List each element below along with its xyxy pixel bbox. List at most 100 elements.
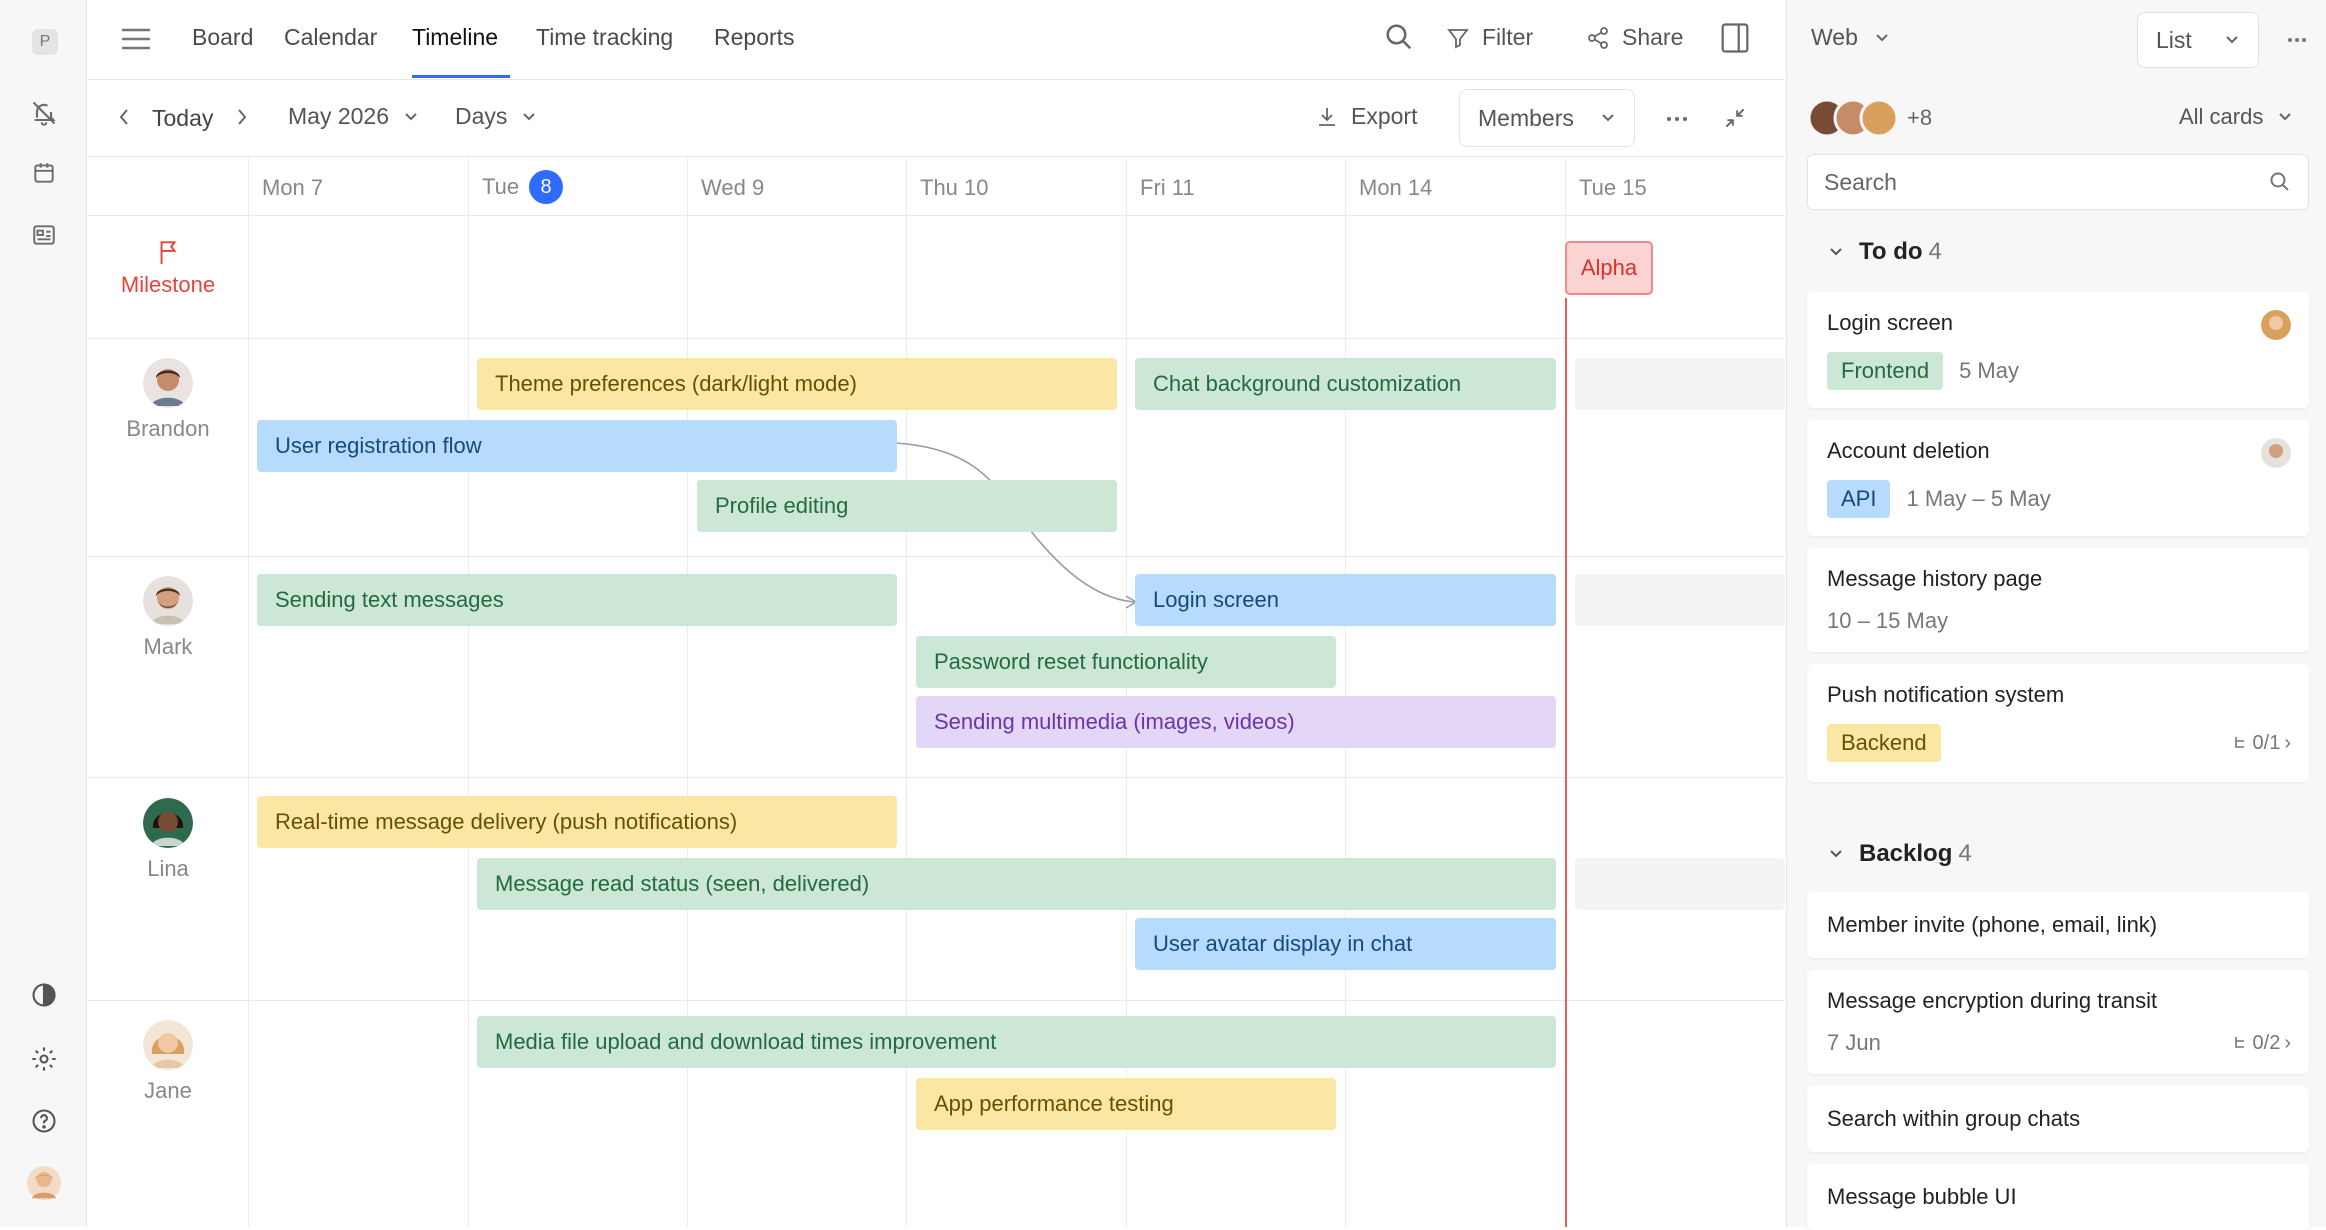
chevron-down-icon xyxy=(1602,114,1614,122)
tag-backend: Backend xyxy=(1827,724,1941,762)
chevron-down-icon xyxy=(1876,33,1888,41)
export-label: Export xyxy=(1351,103,1418,129)
panel-toggle-icon[interactable] xyxy=(1720,22,1750,54)
card-title: Login screen xyxy=(1827,310,1953,335)
task-bar[interactable]: Media file upload and download times imp… xyxy=(477,1016,1556,1068)
card-account-deletion[interactable]: Account deletion API 1 May – 5 May xyxy=(1807,420,2309,536)
card-search-group-chats[interactable]: Search within group chats xyxy=(1807,1086,2309,1152)
task-bar[interactable]: User registration flow xyxy=(257,420,897,472)
group-header-todo[interactable]: To do 4 xyxy=(1827,238,1942,266)
card-search-input[interactable]: Search xyxy=(1807,154,2309,210)
filter-icon xyxy=(1447,28,1469,48)
calendar-icon[interactable] xyxy=(27,156,61,190)
card-meta: API 1 May – 5 May xyxy=(1827,480,2051,518)
task-bar[interactable]: App performance testing xyxy=(916,1078,1336,1130)
card-meta: Backend xyxy=(1827,724,1941,762)
task-bar[interactable]: Theme preferences (dark/light mode) xyxy=(477,358,1117,410)
card-title: Push notification system xyxy=(1827,682,2065,707)
task-bar[interactable]: Sending multimedia (images, videos) xyxy=(916,696,1556,748)
empty-slot xyxy=(1575,358,1785,410)
task-bar[interactable]: User avatar display in chat xyxy=(1135,918,1556,970)
tab-timeline[interactable]: Timeline xyxy=(412,24,510,78)
task-bar[interactable]: Real-time message delivery (push notific… xyxy=(257,796,897,848)
search-icon xyxy=(2270,172,2289,191)
member-avatars[interactable]: +8 xyxy=(1807,98,1932,138)
share-button[interactable]: Share xyxy=(1586,24,1683,51)
help-icon[interactable] xyxy=(27,1104,61,1138)
tag-api: API xyxy=(1827,480,1891,518)
hamburger-menu-icon[interactable] xyxy=(120,25,152,53)
card-date: 1 May – 5 May xyxy=(1906,486,2051,511)
next-period-chevron-right-icon[interactable] xyxy=(234,105,250,129)
group-title: To do xyxy=(1859,238,1923,265)
view-label: List xyxy=(2156,26,2192,53)
tab-time-tracking[interactable]: Time tracking xyxy=(536,24,673,78)
chevron-down-icon xyxy=(1830,248,1842,256)
notifications-off-icon[interactable] xyxy=(27,96,61,130)
scale-selector[interactable]: Days xyxy=(455,103,537,130)
search-placeholder: Search xyxy=(1824,168,1897,195)
task-bar[interactable]: Sending text messages xyxy=(257,574,897,626)
card-title: Message bubble UI xyxy=(1827,1184,2017,1209)
card-title: Message history page xyxy=(1827,566,2043,591)
workspace-logo[interactable]: P xyxy=(32,29,58,55)
card-title: Message encryption during transit xyxy=(1827,988,2158,1013)
subtask-icon xyxy=(2234,736,2244,748)
task-bar[interactable]: Chat background customization xyxy=(1135,358,1556,410)
more-options-icon[interactable] xyxy=(1666,115,1688,123)
top-navigation: Board Calendar Timeline Time tracking Re… xyxy=(88,0,1785,80)
card-message-bubble[interactable]: Message bubble UI xyxy=(1807,1164,2309,1230)
card-push-notification[interactable]: Push notification system Backend 0/1 › xyxy=(1807,664,2309,782)
avatar-stack xyxy=(1807,98,1899,138)
tab-reports[interactable]: Reports xyxy=(714,24,795,78)
group-count: 4 xyxy=(1928,238,1942,265)
export-button[interactable]: Export xyxy=(1315,103,1417,130)
filter-button[interactable]: Filter xyxy=(1446,24,1533,51)
members-label: Members xyxy=(1478,104,1574,131)
members-extra-count: +8 xyxy=(1907,105,1933,130)
subtasks-counter: 0/1 › xyxy=(2233,732,2291,755)
filter-label: Filter xyxy=(1482,24,1534,50)
timeline-main: Board Calendar Timeline Time tracking Re… xyxy=(88,0,1785,1227)
side-panel-header: Web List xyxy=(1787,0,2326,80)
card-date: 10 – 15 May xyxy=(1827,608,1949,633)
boards-icon[interactable] xyxy=(27,218,61,252)
more-options-icon[interactable] xyxy=(2287,36,2307,44)
assignee-avatar xyxy=(2261,438,2291,468)
card-login-screen[interactable]: Login screen Frontend 5 May xyxy=(1807,292,2309,408)
card-title: Member invite (phone, email, link) xyxy=(1827,912,2158,937)
card-filter-dropdown[interactable]: All cards xyxy=(2179,104,2293,130)
search-icon[interactable] xyxy=(1384,22,1414,52)
download-icon xyxy=(1319,107,1335,126)
task-bar[interactable]: Login screen xyxy=(1135,574,1556,626)
user-avatar[interactable] xyxy=(27,1166,61,1200)
project-selector[interactable]: Web xyxy=(1811,24,1890,51)
group-header-backlog[interactable]: Backlog 4 xyxy=(1827,840,1972,868)
month-selector[interactable]: May 2026 xyxy=(288,103,419,130)
card-date: 7 Jun xyxy=(1827,1030,1881,1055)
members-dropdown[interactable]: Members xyxy=(1459,89,1635,147)
card-title: Search within group chats xyxy=(1827,1106,2081,1131)
card-member-invite[interactable]: Member invite (phone, email, link) xyxy=(1807,892,2309,958)
prev-period-chevron-left-icon[interactable] xyxy=(116,105,132,129)
card-message-history[interactable]: Message history page 10 – 15 May xyxy=(1807,548,2309,652)
card-message-encryption[interactable]: Message encryption during transit 7 Jun … xyxy=(1807,970,2309,1074)
settings-gear-icon[interactable] xyxy=(27,1042,61,1076)
theme-toggle-icon[interactable] xyxy=(27,978,61,1012)
card-title: Account deletion xyxy=(1827,438,1990,463)
task-bar[interactable]: Message read status (seen, delivered) xyxy=(477,858,1556,910)
tab-board[interactable]: Board xyxy=(192,24,253,78)
view-selector[interactable]: List xyxy=(2137,12,2259,68)
timeline-grid: Mon 7 Tue 8 Wed 9 Thu 10 Fri 11 Mon 14 T… xyxy=(88,158,1785,1227)
subtasks-counter: 0/2 › xyxy=(2233,1032,2291,1055)
empty-slot xyxy=(1575,858,1785,910)
collapse-icon[interactable] xyxy=(1722,105,1748,131)
today-button[interactable]: Today xyxy=(152,105,213,132)
chevron-down-icon xyxy=(1830,850,1842,858)
group-count: 4 xyxy=(1958,840,1972,867)
task-bar[interactable]: Password reset functionality xyxy=(916,636,1336,688)
tab-calendar[interactable]: Calendar xyxy=(284,24,377,78)
tag-frontend: Frontend xyxy=(1827,352,1944,390)
task-bar[interactable]: Profile editing xyxy=(697,480,1117,532)
project-label: Web xyxy=(1811,24,1858,50)
